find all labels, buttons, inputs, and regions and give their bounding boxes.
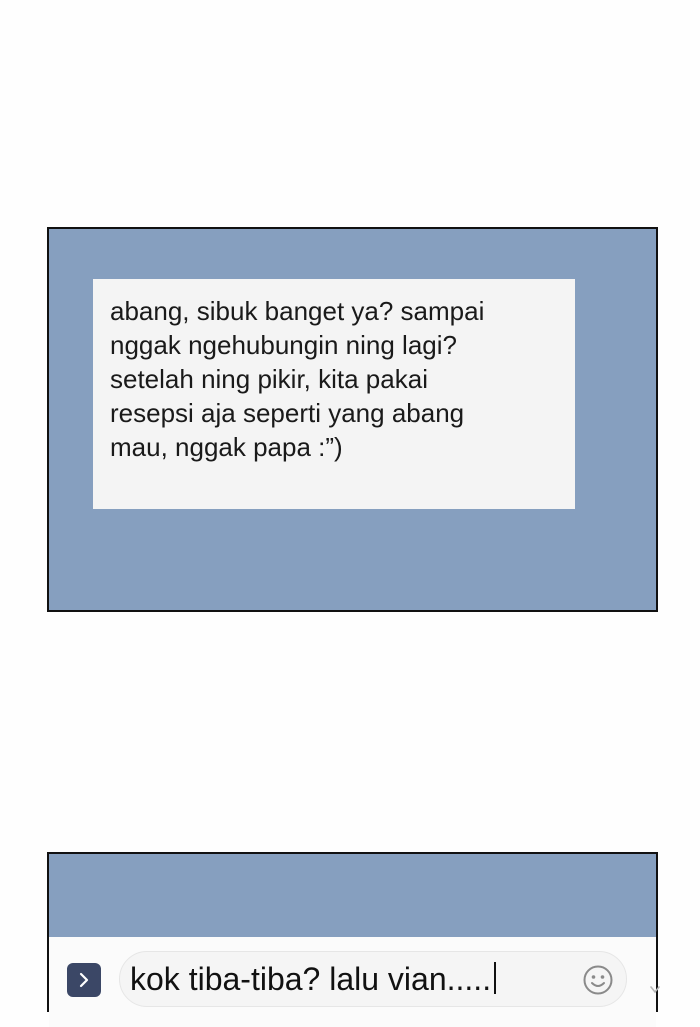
message-line: abang, sibuk banget ya? sampai (110, 296, 485, 326)
incoming-message-bubble: abang, sibuk banget ya? sampai nggak nge… (93, 279, 575, 509)
expand-button[interactable] (67, 963, 101, 997)
message-composer: kok tiba-tiba? lalu vian..... (49, 937, 660, 1027)
chat-panel-top: abang, sibuk banget ya? sampai nggak nge… (47, 227, 658, 612)
message-line: nggak ngehubungin ning lagi? (110, 330, 457, 360)
message-line: setelah ning pikir, kita pakai (110, 364, 428, 394)
message-line: mau, nggak papa :”) (110, 432, 343, 462)
chevron-right-icon (79, 972, 89, 988)
smiley-icon[interactable] (582, 964, 614, 996)
message-input[interactable]: kok tiba-tiba? lalu vian..... (119, 951, 627, 1007)
draft-text: kok tiba-tiba? lalu vian..... (130, 961, 492, 997)
message-line: resepsi aja seperti yang abang (110, 398, 465, 428)
chevron-down-icon[interactable] (649, 979, 661, 999)
message-text: abang, sibuk banget ya? sampai nggak nge… (110, 294, 560, 464)
text-caret (494, 962, 497, 994)
chat-panel-bottom: kok tiba-tiba? lalu vian..... (47, 852, 660, 1027)
message-input-text: kok tiba-tiba? lalu vian..... (130, 960, 497, 998)
